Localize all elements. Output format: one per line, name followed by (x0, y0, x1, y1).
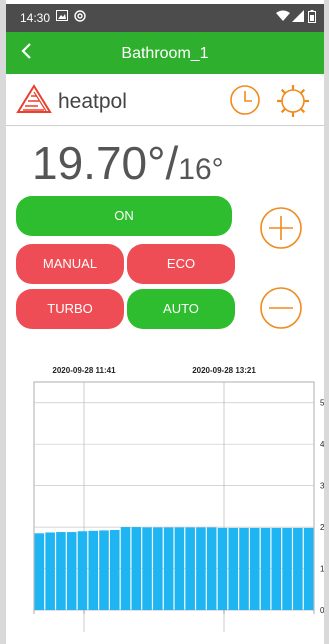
temperature-bar (88, 530, 99, 610)
setpoint-temperature: 16° (178, 153, 224, 186)
temperature-bar (109, 529, 120, 610)
clock-icon[interactable] (229, 84, 261, 121)
temperature-bar (163, 527, 174, 610)
temperature-bar (271, 527, 282, 610)
wifi-icon (276, 10, 290, 25)
y-tick-label: 0 (320, 606, 324, 615)
temperature-bar (45, 532, 55, 610)
temperature-bar (56, 532, 66, 610)
status-time: 14:30 (20, 11, 51, 25)
at-icon (74, 10, 86, 25)
app-bar: Bathroom_1 (6, 32, 324, 74)
minus-icon (260, 287, 302, 329)
current-temperature: 19.70° (32, 137, 166, 189)
gear-icon[interactable] (274, 82, 312, 125)
y-tick-label: 40 (320, 440, 324, 449)
temperature-bar (239, 527, 249, 610)
temperature-bar (142, 527, 152, 610)
signal-icon (292, 10, 304, 25)
temperature-bar (196, 527, 206, 610)
temperature-bar (131, 527, 142, 610)
right-edge (324, 0, 329, 644)
time-label: 2020-09-28 11:41 (52, 366, 116, 375)
temperature-separator: / (165, 137, 179, 189)
temperature-bar (99, 530, 109, 610)
brand-name: heatpol (58, 90, 127, 113)
temperature-bar (153, 527, 163, 610)
time-label: 2020-09-28 13:21 (192, 366, 256, 375)
y-tick-label: 50 (320, 399, 324, 408)
temperature-history-chart: 50 40 30 20 10 0 2020-09-28 11:41 2020-09-28 13… (33, 366, 324, 632)
on-button[interactable]: ON (16, 196, 232, 236)
status-bar: 14:30 (6, 4, 324, 32)
temperature-bar (217, 527, 228, 610)
temperature-bar (77, 531, 88, 610)
y-tick-label: 30 (320, 482, 324, 491)
temperature-bar (228, 527, 239, 610)
image-icon (56, 10, 68, 24)
temperature-bar (174, 527, 185, 610)
battery-icon (308, 10, 316, 26)
y-tick-label: 10 (320, 565, 324, 574)
page-title: Bathroom_1 (121, 45, 209, 62)
eco-button[interactable]: ECO (127, 244, 235, 284)
y-tick-label: 20 (320, 523, 324, 532)
temperature-bar (206, 527, 217, 610)
plus-icon (260, 207, 302, 249)
temperature-bar (293, 527, 303, 610)
brand-row: heatpol (6, 76, 324, 126)
increase-temperature-button[interactable] (259, 206, 303, 255)
turbo-button[interactable]: TURBO (16, 289, 124, 329)
app-screen: 14:30 Bathroom_1 heatpol 19.70°/16° ON M… (6, 4, 324, 644)
temperature-bar (249, 527, 260, 610)
temperature-bar (34, 533, 45, 610)
temperature-bar (185, 527, 195, 610)
temperature-bar (282, 527, 292, 610)
temperature-bar (66, 532, 77, 610)
temperature-bar (120, 527, 131, 610)
temperature-bar (260, 527, 271, 610)
temperature-display: 19.70°/16° (32, 136, 224, 190)
auto-button[interactable]: AUTO (127, 289, 235, 329)
heatpol-logo (16, 84, 52, 119)
manual-button[interactable]: MANUAL (16, 244, 124, 284)
temperature-bar (303, 527, 314, 610)
decrease-temperature-button[interactable] (259, 286, 303, 335)
